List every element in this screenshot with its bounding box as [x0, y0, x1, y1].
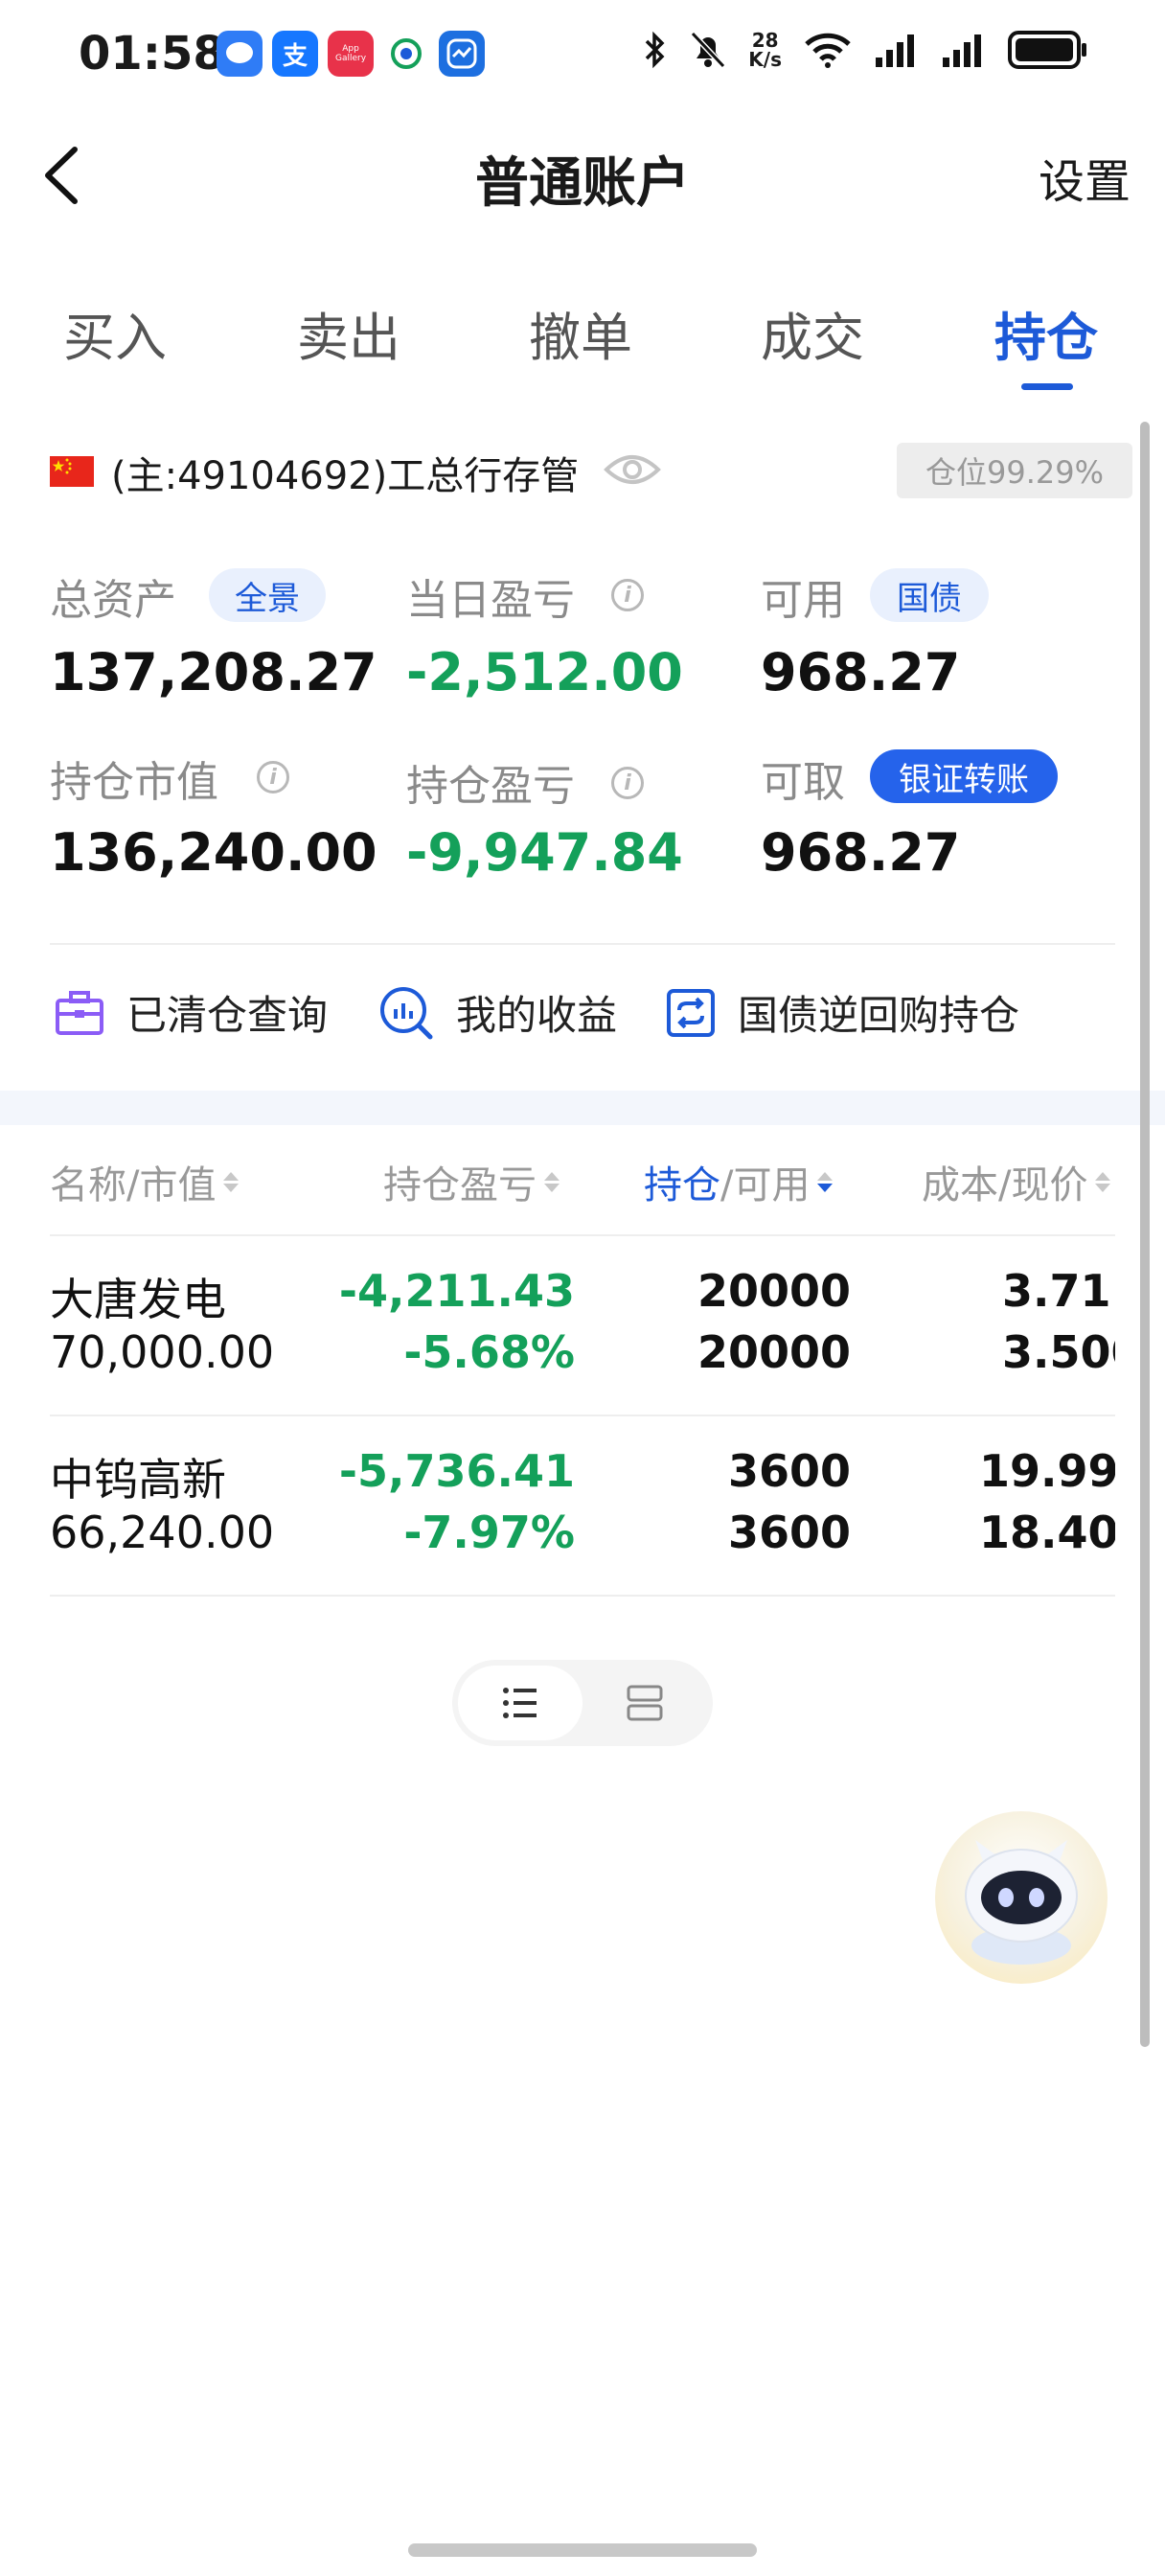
- home-indicator[interactable]: [408, 2543, 757, 2557]
- list-view-button[interactable]: [458, 1666, 582, 1740]
- signal-icon: [943, 34, 981, 67]
- info-icon[interactable]: i: [611, 579, 644, 611]
- treasury-button[interactable]: 国债: [870, 568, 989, 622]
- total-assets-label: 总资产: [50, 576, 176, 625]
- position-pnl-label: 持仓盈亏: [406, 762, 575, 811]
- messages-icon: [217, 31, 263, 77]
- carrier-icon: [383, 31, 429, 77]
- divider: [50, 1595, 1115, 1597]
- cost-price-cell: 3.711 3.500: [862, 1261, 1115, 1395]
- column-name-market-value[interactable]: 名称/市值: [50, 1154, 240, 1209]
- net-speed: 28 K/s: [748, 29, 782, 71]
- position-pnl-value: -9,947.84: [406, 822, 683, 883]
- sort-icon: [817, 1171, 834, 1192]
- withdrawable-label: 可取: [761, 758, 845, 807]
- sort-icon: [1095, 1171, 1111, 1192]
- stock-name: 中钨高新: [50, 1454, 226, 1506]
- divider: [50, 1234, 1115, 1236]
- column-cost-price[interactable]: 成本/现价: [922, 1154, 1115, 1209]
- stock-pnl-pct: -5.68%: [403, 1326, 575, 1378]
- divider: [50, 943, 1115, 945]
- tracker-icon: [439, 31, 485, 77]
- market-value-label: 持仓市值: [50, 758, 218, 807]
- stock-market-value: 66,240.00: [50, 1506, 275, 1558]
- chart-search-icon: [380, 986, 433, 1039]
- app-gallery-icon: App Gallery: [328, 31, 374, 77]
- wifi-icon: [805, 33, 851, 68]
- card-view-icon: [627, 1685, 663, 1721]
- stock-pnl: -5,736.41: [338, 1445, 575, 1497]
- list-icon: [503, 1688, 537, 1718]
- info-icon[interactable]: i: [257, 761, 289, 794]
- sort-icon: [223, 1171, 240, 1192]
- robot-icon: [965, 1840, 1078, 1965]
- market-value-value: 136,240.00: [50, 822, 377, 883]
- trade-tabs: 买入 卖出 撤单 成交 持仓: [0, 288, 1165, 393]
- stock-available: 20000: [697, 1326, 851, 1378]
- tab-sell[interactable]: 卖出: [297, 295, 400, 371]
- tab-buy[interactable]: 买入: [63, 295, 167, 371]
- scrollbar[interactable]: [1140, 422, 1150, 2047]
- repo-holdings-link[interactable]: 国债逆回购持仓: [665, 983, 1019, 1042]
- assistant-robot-button[interactable]: [935, 1811, 1108, 1984]
- available-value: 968.27: [761, 642, 961, 702]
- bluetooth-icon: [646, 31, 665, 69]
- stock-holding: 20000: [697, 1265, 851, 1317]
- stock-pnl-pct: -7.97%: [403, 1506, 575, 1558]
- account-name[interactable]: (主:49104692)工总行存管: [111, 445, 579, 500]
- daily-pnl-value: -2,512.00: [406, 642, 683, 702]
- cost-price-cell: 19.993 18.400: [862, 1441, 1115, 1576]
- stock-available: 3600: [727, 1506, 851, 1558]
- exchange-icon: [667, 988, 715, 1037]
- info-icon[interactable]: i: [611, 767, 644, 799]
- column-pnl[interactable]: 持仓盈亏: [383, 1154, 560, 1209]
- bank-transfer-button[interactable]: 银证转账: [870, 749, 1058, 803]
- stock-market-value: 70,000.00: [50, 1326, 275, 1378]
- divider: [50, 1414, 1115, 1416]
- alipay-icon: 支: [272, 31, 318, 77]
- section-separator: [0, 1091, 1165, 1125]
- panorama-button[interactable]: 全景: [209, 568, 326, 622]
- tab-positions[interactable]: 持仓: [994, 295, 1098, 371]
- briefcase-icon: [56, 990, 103, 1035]
- cleared-positions-link[interactable]: 已清仓查询: [54, 983, 328, 1042]
- available-label: 可用: [761, 576, 845, 625]
- position-ratio-badge: 仓位99.29%: [897, 443, 1132, 498]
- signal-icon: [876, 34, 914, 67]
- stock-cost: 19.993: [979, 1445, 1115, 1497]
- status-bar: 01:58 支 App Gallery 28 K/s: [0, 0, 1165, 105]
- daily-pnl-label: 当日盈亏: [406, 576, 575, 625]
- tab-deals[interactable]: 成交: [761, 295, 864, 371]
- card-view-button[interactable]: [582, 1666, 707, 1740]
- total-assets-value: 137,208.27: [50, 642, 377, 702]
- stock-cost: 3.711: [1002, 1265, 1115, 1317]
- mute-icon: [691, 31, 726, 69]
- tab-cancel[interactable]: 撤单: [529, 295, 632, 371]
- battery-icon: [1008, 31, 1086, 69]
- withdrawable-value: 968.27: [761, 822, 961, 883]
- page-title: 普通账户: [475, 152, 690, 215]
- status-icons: 28 K/s: [643, 29, 1088, 71]
- sort-icon: [544, 1171, 560, 1192]
- view-mode-toggle: [452, 1660, 713, 1746]
- stock-price: 3.500: [1002, 1326, 1115, 1378]
- column-holding-available[interactable]: 持仓/可用: [644, 1154, 834, 1209]
- stock-name: 大唐发电: [50, 1274, 226, 1325]
- eye-icon[interactable]: [604, 448, 661, 494]
- active-tab-indicator: [1021, 383, 1073, 390]
- my-earnings-link[interactable]: 我的收益: [377, 983, 617, 1042]
- stock-holding: 3600: [727, 1445, 851, 1497]
- settings-button[interactable]: 设置: [1039, 144, 1131, 211]
- stock-pnl: -4,211.43: [338, 1265, 575, 1317]
- stock-price: 18.400: [979, 1506, 1115, 1558]
- status-time: 01:58: [79, 27, 225, 80]
- china-flag-icon: [50, 456, 94, 487]
